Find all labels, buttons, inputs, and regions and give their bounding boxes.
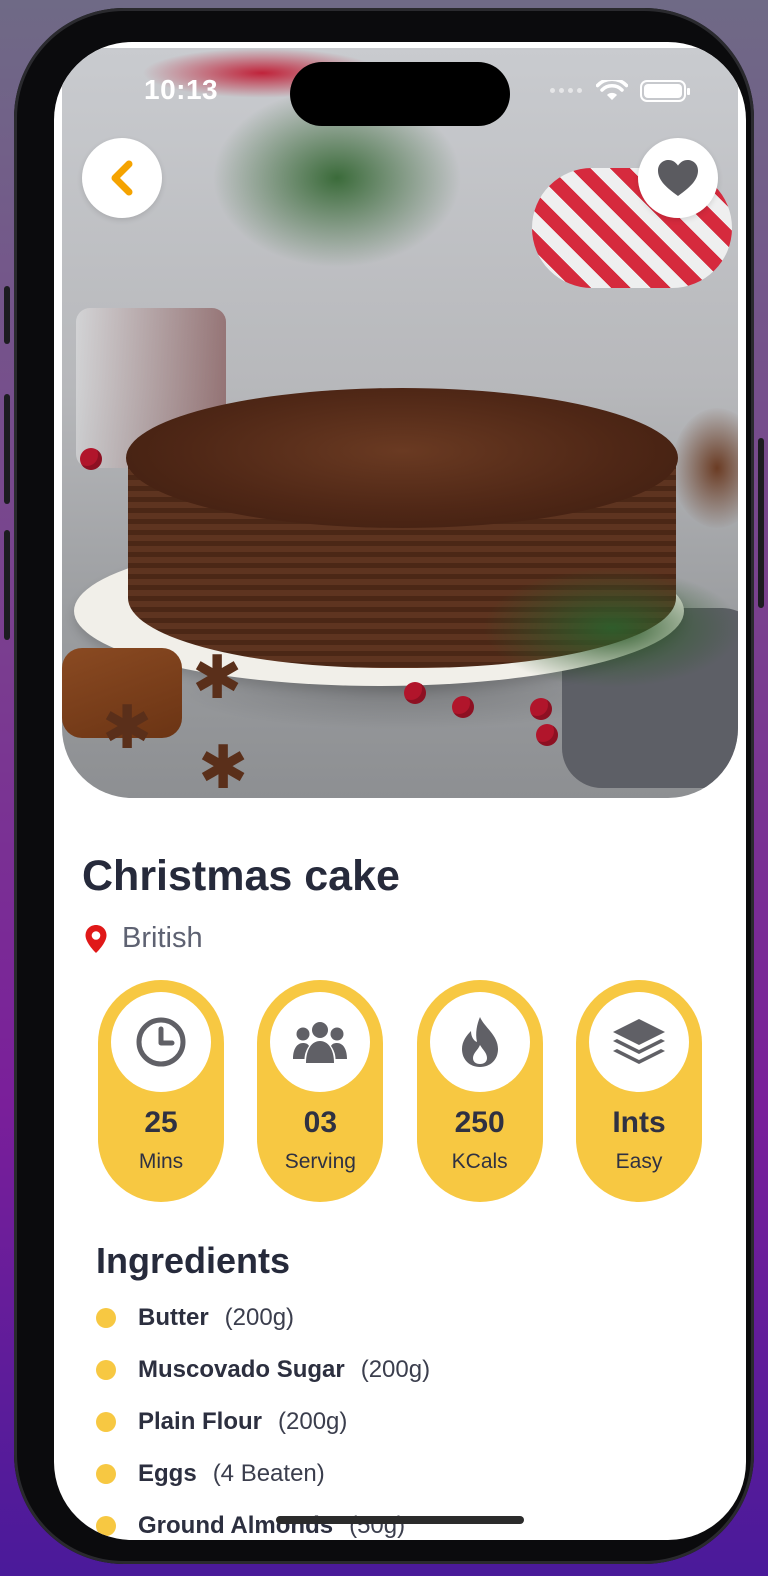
ingredient-name: Plain Flour (138, 1408, 263, 1435)
back-button[interactable] (82, 138, 162, 218)
ingredient-quantity: (4 Beaten) (212, 1460, 325, 1487)
ingredient-item: Plain Flour (200g) (96, 1396, 430, 1448)
phone-frame: ✱ ✱ ✱ 10:13 Christmas cake British 25 Mi… (4, 8, 764, 1564)
bullet-dot-icon (96, 1516, 116, 1536)
ingredient-item: Muscovado Sugar (200g) (96, 1344, 430, 1396)
side-button-volume-up (4, 394, 10, 504)
recipe-origin: British (84, 922, 203, 955)
stat-calories-unit: KCals (451, 1150, 508, 1173)
ingredient-item: Eggs (4 Beaten) (96, 1448, 430, 1500)
cellular-signal-icon (550, 88, 582, 93)
ingredient-item: Butter (200g) (96, 1292, 430, 1344)
ingredient-name: Butter (138, 1304, 209, 1331)
hero-cake-top (126, 388, 678, 528)
home-indicator[interactable] (276, 1516, 524, 1524)
wifi-icon (596, 80, 628, 100)
bullet-dot-icon (96, 1412, 116, 1432)
ingredients-title: Ingredients (96, 1240, 291, 1281)
stat-difficulty-value: Ints (612, 1106, 666, 1139)
star-anise-icon: ✱ (198, 734, 249, 798)
layers-icon (612, 1019, 665, 1064)
star-anise-icon: ✱ (192, 644, 243, 711)
favorite-button[interactable] (638, 138, 718, 218)
stat-servings-bubble (270, 992, 371, 1092)
side-button-volume-down (4, 530, 10, 640)
bullet-dot-icon (96, 1464, 116, 1484)
stat-difficulty: Ints Easy (575, 980, 702, 1202)
chevron-left-icon (111, 160, 133, 196)
star-anise-icon: ✱ (102, 694, 153, 761)
clock-icon (136, 1017, 186, 1067)
ingredient-quantity: (200g) (224, 1304, 295, 1331)
people-icon (293, 1022, 348, 1063)
cranberry-decor (404, 682, 426, 704)
ingredients-list: Butter (200g) Muscovado Sugar (200g) Pla… (96, 1292, 430, 1540)
bullet-dot-icon (96, 1308, 116, 1328)
stat-difficulty-unit: Easy (615, 1150, 663, 1173)
stat-time-bubble (111, 992, 211, 1092)
app-screen: ✱ ✱ ✱ 10:13 Christmas cake British 25 Mi… (54, 42, 746, 1540)
stat-servings-value: 03 (303, 1106, 338, 1139)
battery-icon (640, 80, 690, 102)
stat-servings: 03 Serving (257, 980, 384, 1202)
cranberry-decor (536, 724, 558, 746)
stat-time-value: 25 (144, 1106, 178, 1139)
cranberry-decor (452, 696, 474, 718)
dynamic-island (290, 62, 510, 126)
cranberry-decor (80, 448, 102, 470)
recipe-stats: 25 Mins 03 Serving 250 KCals Ints Easy (98, 980, 702, 1202)
recipe-origin-label: British (122, 922, 203, 954)
stat-time: 25 Mins (98, 980, 224, 1202)
cranberry-decor (530, 698, 552, 720)
side-button-power (758, 438, 764, 608)
stat-calories-bubble (429, 992, 530, 1092)
hero-rosemary-decor (482, 568, 738, 688)
ingredient-name: Eggs (138, 1460, 197, 1487)
ingredient-quantity: (200g) (360, 1356, 431, 1383)
stat-calories-value: 250 (454, 1106, 505, 1139)
hero-pinecone-decor (672, 408, 738, 528)
status-time: 10:13 (144, 74, 219, 105)
side-button-mute (4, 286, 10, 344)
ingredient-name: Muscovado Sugar (138, 1356, 345, 1383)
ingredient-quantity: (200g) (278, 1408, 348, 1435)
stat-calories: 250 KCals (416, 980, 543, 1202)
heart-icon (658, 160, 698, 196)
stat-servings-unit: Serving (284, 1150, 356, 1173)
stat-difficulty-bubble (588, 992, 689, 1092)
stat-time-unit: Mins (138, 1150, 184, 1173)
recipe-title: Christmas cake (82, 852, 400, 900)
location-pin-icon (85, 924, 107, 953)
flame-icon (461, 1017, 498, 1067)
bullet-dot-icon (96, 1360, 116, 1380)
recipe-hero-image: ✱ ✱ ✱ (62, 48, 738, 798)
